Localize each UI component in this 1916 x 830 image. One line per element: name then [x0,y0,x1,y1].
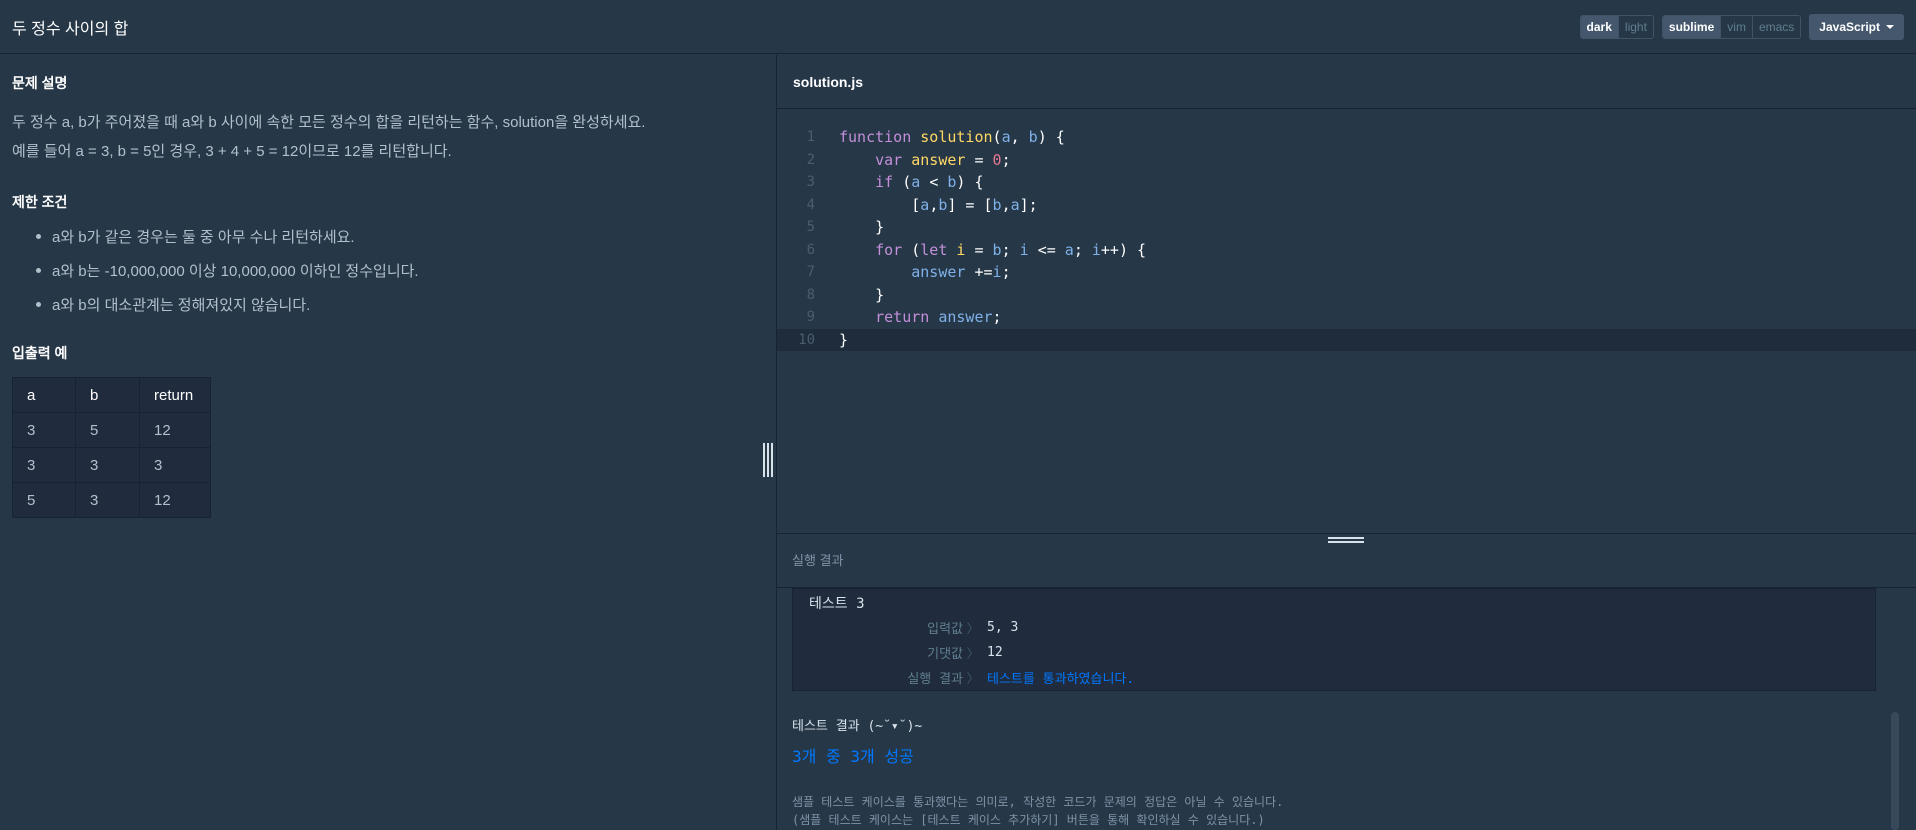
constraint-item: a와 b의 대소관계는 정해져있지 않습니다. [12,287,772,321]
language-dropdown[interactable]: JavaScript [1809,13,1904,40]
table-header-cell: return [139,377,211,413]
result-heading: 실행 결과 [792,552,844,568]
line-number: 9 [806,309,815,326]
code-line: 2 var answer = 0; [777,149,1916,172]
expected-value: 12 [987,644,1003,660]
description-line: 두 정수 a, b가 주어졌을 때 a와 b 사이에 속한 모든 정수의 합을 … [12,114,646,131]
constraints-list: a와 b가 같은 경우는 둘 중 아무 수나 리턴하세요. a와 b는 -10,… [12,219,772,321]
table-row: 3 3 3 [12,447,211,483]
code-line: 4 [a,b] = [b,a]; [777,194,1916,217]
table-row: 5 3 12 [12,482,211,518]
line-number: 10 [798,331,815,348]
line-number: 7 [806,264,815,281]
line-number: 8 [806,286,815,303]
keymap-toggle: sublime vim emacs [1661,14,1802,39]
table-cell: 3 [12,412,76,448]
code-line: 6 for (let i = b; i <= a; i++) { [777,239,1916,262]
code-line-active: 10 } [777,328,1916,351]
line-number: 1 [806,129,815,146]
code-line: 5 } [777,216,1916,239]
summary-title: 테스트 결과 (~˘▾˘)~ [792,719,923,734]
table-header-cell: b [75,377,140,413]
description-heading: 문제 설명 [12,75,68,91]
io-example-heading: 입출력 예 [12,345,68,361]
keymap-sublime-option[interactable]: sublime [1662,15,1722,38]
line-number: 3 [806,174,815,191]
expected-key: 기댓값 [927,646,963,662]
horizontal-resize-handle[interactable] [1328,537,1364,547]
description-line: 예를 들어 a = 3, b = 5인 경우, 3 + 4 + 5 = 12이므… [12,143,452,160]
file-tab[interactable]: solution.js [777,55,1916,109]
line-number: 6 [806,241,815,258]
theme-light-option[interactable]: light [1618,15,1653,38]
keymap-vim-option[interactable]: vim [1721,15,1753,38]
io-example-table: a b return 3 5 12 3 3 3 5 3 12 [12,377,211,518]
code-line: 1 function solution(a, b) { [777,126,1916,149]
table-cell: 12 [139,412,211,448]
problem-panel: 문제 설명 두 정수 a, b가 주어졌을 때 a와 b 사이에 속한 모든 정… [0,55,776,830]
result-note: 샘플 테스트 케이스를 통과했다는 의미로, 작성한 코드가 문제의 정답은 아… [792,795,1284,809]
separator: 〉 [966,646,980,662]
input-key: 입력값 [927,621,963,637]
table-cell: 5 [12,482,76,518]
table-header-row: a b return [12,377,211,413]
line-number: 5 [806,219,815,236]
language-label: JavaScript [1819,19,1880,34]
code-line: 3 if (a < b) { [777,171,1916,194]
code-editor[interactable]: 1 function solution(a, b) { 2 var answer… [777,110,1916,589]
code-line: 8 } [777,284,1916,307]
code-line: 7 answer +=i; [777,261,1916,284]
input-row: 입력값 〉 5, 3 [813,617,1018,637]
input-value: 5, 3 [987,619,1019,635]
run-result-row: 실행 결과 〉 테스트를 통과하였습니다. [813,667,1134,687]
page-title: 두 정수 사이의 합 [12,20,129,38]
test-case-label: 테스트 3 [809,596,865,612]
separator: 〉 [966,621,980,637]
problem-description: 두 정수 a, b가 주어졌을 때 a와 b 사이에 속한 모든 정수의 합을 … [12,108,772,166]
table-cell: 3 [75,447,140,483]
top-bar: 두 정수 사이의 합 dark light sublime vim emacs … [0,0,1916,54]
editor-controls: dark light sublime vim emacs JavaScript [1579,13,1904,40]
table-cell: 3 [139,447,211,483]
table-cell: 5 [75,412,140,448]
constraint-item: a와 b가 같은 경우는 둘 중 아무 수나 리턴하세요. [12,219,772,253]
theme-dark-option[interactable]: dark [1580,15,1619,38]
result-scrollbar[interactable] [1891,712,1899,830]
separator: 〉 [966,671,980,687]
table-cell: 12 [139,482,211,518]
keymap-emacs-option[interactable]: emacs [1752,15,1801,38]
caret-down-icon [1886,24,1894,29]
run-result-value: 테스트를 통과하였습니다. [987,671,1135,687]
test-case-result: 테스트 3 입력값 〉 5, 3 기댓값 〉 12 실행 결과 〉 테스트를 통… [792,588,1876,691]
theme-toggle: dark light [1579,14,1654,39]
result-note: (샘플 테스트 케이스는 [테스트 케이스 추가하기] 버튼을 통해 확인하실 … [792,813,1265,827]
constraints-heading: 제한 조건 [12,194,68,210]
code-line: 9 return answer; [777,306,1916,329]
line-number: 4 [806,196,815,213]
line-number: 2 [806,151,815,168]
run-result-key: 실행 결과 [907,671,963,687]
table-row: 3 5 12 [12,412,211,448]
summary-result: 3개 중 3개 성공 [792,747,914,766]
editor-result-divider [777,533,1916,534]
table-header-cell: a [12,377,76,413]
table-cell: 3 [75,482,140,518]
constraint-item: a와 b는 -10,000,000 이상 10,000,000 이하인 정수입니… [12,253,772,287]
expected-row: 기댓값 〉 12 [813,642,1003,662]
table-cell: 3 [12,447,76,483]
vertical-resize-handle[interactable] [763,443,773,477]
